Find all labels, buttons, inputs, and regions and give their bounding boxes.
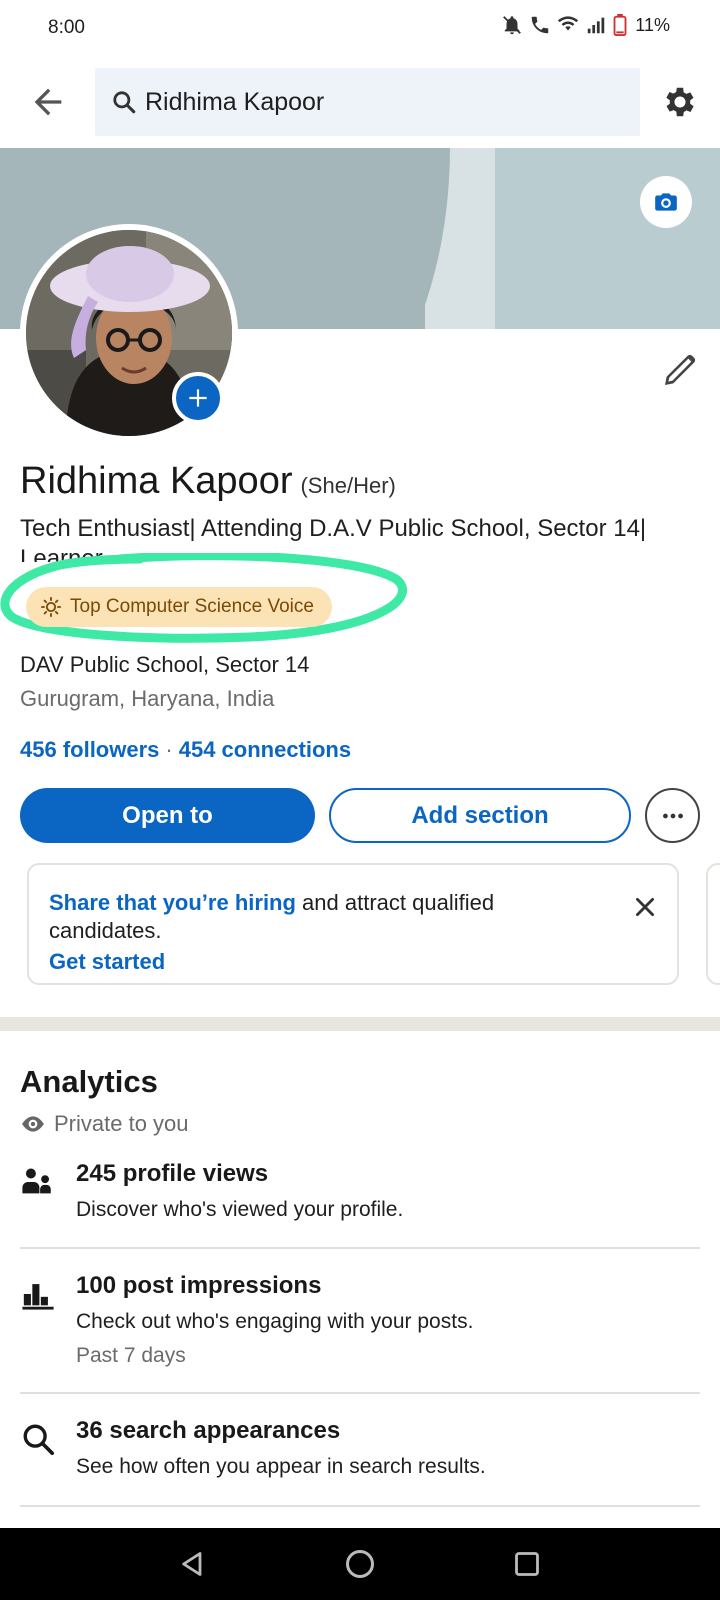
pronouns: (She/Her)	[300, 473, 396, 498]
analytics-item-title: 36 search appearances	[76, 1417, 341, 1444]
analytics-item-subtitle: Discover who's viewed your profile.	[76, 1198, 404, 1221]
status-bar: 8:00 11%	[0, 0, 720, 56]
network-stats: 456 followers · 454 connections	[20, 737, 351, 763]
camera-icon	[655, 193, 677, 211]
cover-shape	[495, 148, 720, 329]
search-icon	[20, 1421, 56, 1457]
analytics-item-search-appearances[interactable]: 36 search appearances See how often you …	[20, 1417, 700, 1487]
call-icon	[532, 16, 549, 34]
add-section-button[interactable]: Add section	[329, 788, 631, 843]
analytics-item-subtitle: See how often you appear in search resul…	[76, 1455, 486, 1478]
analytics-item-title: 100 post impressions	[76, 1272, 322, 1299]
connections-link[interactable]: 454 connections	[179, 737, 351, 762]
separator: ·	[165, 737, 173, 762]
profile-name: Ridhima Kapoor	[20, 460, 293, 502]
hiring-card: Share that you’re hiring and attract qua…	[27, 863, 679, 985]
get-started-link[interactable]: Get started	[49, 949, 165, 975]
nav-recents-button[interactable]	[503, 1540, 551, 1588]
privacy-label: Private to you	[20, 1111, 189, 1137]
plus-icon	[189, 389, 207, 407]
edit-cover-camera-button[interactable]	[640, 176, 692, 228]
more-dots-icon	[662, 813, 683, 818]
analytics-heading: Analytics	[20, 1064, 158, 1099]
nav-back-button[interactable]	[169, 1540, 217, 1588]
eye-icon	[22, 1116, 44, 1132]
next-card-peek[interactable]	[706, 863, 720, 985]
more-options-button[interactable]	[645, 788, 700, 843]
lightbulb-icon	[40, 596, 62, 618]
people-icon	[20, 1164, 56, 1200]
top-bar: Ridhima Kapoor	[0, 56, 720, 148]
section-divider	[0, 1017, 720, 1031]
hiring-card-text: Share that you’re hiring and attract qua…	[49, 889, 569, 945]
signal-icon	[588, 17, 605, 34]
divider	[20, 1247, 700, 1249]
battery-icon	[613, 14, 627, 36]
analytics-item-title: 245 profile views	[76, 1160, 269, 1187]
analytics-item-note: Past 7 days	[76, 1344, 186, 1367]
system-navigation-bar	[0, 1528, 720, 1600]
divider	[20, 1505, 700, 1507]
search-query: Ridhima Kapoor	[145, 87, 325, 116]
nav-home-button[interactable]	[336, 1540, 384, 1588]
search-icon	[113, 91, 136, 114]
hiring-link[interactable]: Share that you’re hiring	[49, 890, 296, 915]
analytics-item-profile-views[interactable]: 245 profile views Discover who's viewed …	[20, 1160, 700, 1230]
top-voice-badge[interactable]: Top Computer Science Voice	[26, 587, 332, 627]
analytics-item-post-impressions[interactable]: 100 post impressions Check out who's eng…	[20, 1272, 700, 1376]
followers-link[interactable]: 456 followers	[20, 737, 159, 762]
pencil-icon	[665, 354, 696, 385]
triangle-back-icon	[182, 1552, 202, 1576]
divider	[20, 1392, 700, 1394]
badge-label: Top Computer Science Voice	[70, 596, 314, 617]
analytics-item-subtitle: Check out who's engaging with your posts…	[76, 1310, 474, 1333]
square-recents-icon	[514, 1552, 539, 1576]
wifi-icon	[558, 16, 579, 31]
open-to-button[interactable]: Open to	[20, 788, 315, 843]
battery-percentage: 11%	[635, 14, 670, 35]
search-input[interactable]: Ridhima Kapoor	[95, 68, 640, 136]
edit-profile-button[interactable]	[656, 346, 704, 394]
profile-location: Gurugram, Haryana, India	[20, 686, 275, 711]
name-row: Ridhima Kapoor (She/Her)	[20, 460, 396, 503]
add-photo-button[interactable]	[172, 372, 224, 424]
close-icon	[636, 898, 654, 916]
status-time: 8:00	[48, 17, 85, 38]
settings-button[interactable]	[656, 78, 704, 126]
status-icons: 11%	[501, 14, 670, 36]
back-arrow-icon	[34, 88, 62, 116]
circle-home-icon	[345, 1550, 374, 1578]
privacy-text: Private to you	[54, 1111, 189, 1136]
bar-chart-icon	[20, 1276, 56, 1312]
mute-icon	[503, 16, 522, 35]
settings-gear-icon	[666, 87, 694, 117]
dismiss-card-button[interactable]	[625, 887, 665, 927]
back-button[interactable]	[24, 78, 72, 126]
profile-school: DAV Public School, Sector 14	[20, 652, 310, 677]
